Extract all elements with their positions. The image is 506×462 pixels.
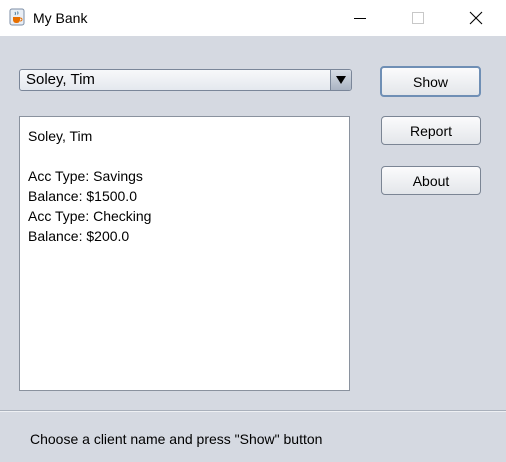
client-details-textarea[interactable]: Soley, Tim Acc Type: Savings Balance: $1…: [19, 116, 350, 391]
details-line: Balance: $1500.0: [28, 188, 137, 204]
about-button[interactable]: About: [381, 166, 481, 195]
main-panel: Soley, Tim Show Report About Soley, Tim …: [0, 36, 506, 462]
status-label: Choose a client name and press "Show" bu…: [30, 431, 323, 447]
dropdown-arrow-button[interactable]: [330, 70, 351, 90]
details-line: Balance: $200.0: [28, 228, 130, 244]
status-separator-highlight: [0, 411, 506, 412]
triangle-down-icon: [336, 76, 346, 84]
show-button[interactable]: Show: [380, 66, 481, 97]
details-line: Acc Type: Checking: [28, 208, 152, 224]
maximize-icon: [412, 12, 424, 24]
minimize-icon: [354, 18, 366, 19]
window-title: My Bank: [33, 10, 88, 26]
title-bar: My Bank: [0, 0, 506, 36]
details-line: Soley, Tim: [28, 128, 93, 144]
close-icon: [469, 11, 483, 25]
maximize-button[interactable]: [389, 0, 447, 36]
java-cup-icon: [9, 8, 25, 26]
client-select[interactable]: Soley, Tim: [19, 69, 352, 91]
details-line: Acc Type: Savings: [28, 168, 143, 184]
client-select-value: Soley, Tim: [26, 71, 95, 88]
report-button[interactable]: Report: [381, 116, 481, 145]
close-button[interactable]: [447, 0, 505, 36]
minimize-button[interactable]: [331, 0, 389, 36]
